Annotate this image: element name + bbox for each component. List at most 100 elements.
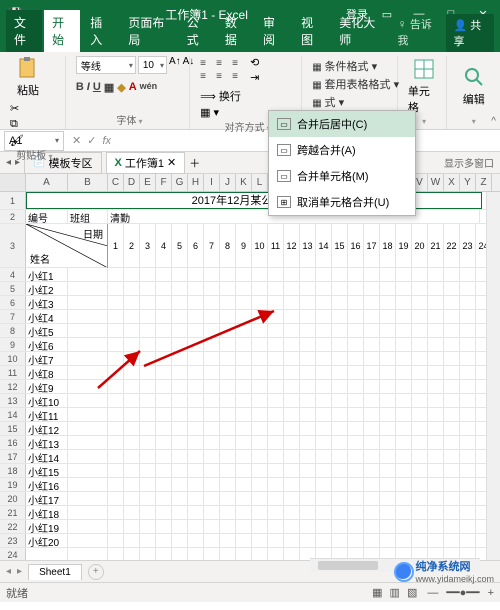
cell-name-12[interactable]: 小红9 (26, 380, 68, 393)
cell[interactable] (460, 324, 476, 337)
cell[interactable] (316, 380, 332, 393)
font-color-icon[interactable]: A (129, 81, 137, 94)
row-header-4[interactable]: 4 (0, 268, 26, 281)
cell[interactable] (428, 282, 444, 295)
cell[interactable] (172, 506, 188, 519)
cell[interactable] (124, 352, 140, 365)
merge-across-item[interactable]: ▭跨越合并(A) (269, 137, 415, 163)
cell[interactable] (428, 324, 444, 337)
col-header-B[interactable]: B (68, 174, 108, 191)
col-header-Z[interactable]: Z (476, 174, 492, 191)
cell[interactable] (380, 464, 396, 477)
cell[interactable] (428, 506, 444, 519)
cell[interactable] (460, 268, 476, 281)
cell[interactable] (204, 352, 220, 365)
cell[interactable] (140, 352, 156, 365)
cell[interactable] (316, 394, 332, 407)
cell[interactable] (268, 492, 284, 505)
cell[interactable] (156, 296, 172, 309)
day-col-10[interactable]: 10 (252, 224, 268, 267)
cell[interactable] (204, 436, 220, 449)
cell[interactable] (396, 534, 412, 547)
cell[interactable] (460, 296, 476, 309)
cell[interactable] (252, 422, 268, 435)
cell[interactable] (252, 436, 268, 449)
cell[interactable] (284, 268, 300, 281)
cell[interactable] (396, 436, 412, 449)
workbook-tab[interactable]: X 工作簿1 ✕ (106, 152, 186, 174)
tab-data[interactable]: 数据 (217, 10, 253, 52)
cell[interactable] (108, 548, 124, 560)
cell[interactable] (236, 436, 252, 449)
cell[interactable] (252, 408, 268, 421)
cell[interactable] (124, 548, 140, 560)
new-tab-icon[interactable]: ＋ (189, 155, 200, 171)
cell[interactable] (108, 366, 124, 379)
cell[interactable] (220, 548, 236, 560)
cell[interactable] (140, 338, 156, 351)
col-header-E[interactable]: E (140, 174, 156, 191)
cell[interactable] (364, 520, 380, 533)
cell[interactable] (268, 506, 284, 519)
cell[interactable] (444, 492, 460, 505)
cell[interactable] (396, 464, 412, 477)
indent-icon[interactable]: ⇥ (250, 71, 259, 84)
cell[interactable] (444, 352, 460, 365)
day-col-14[interactable]: 14 (316, 224, 332, 267)
cell[interactable] (284, 520, 300, 533)
cell[interactable] (140, 380, 156, 393)
cell[interactable] (140, 324, 156, 337)
cell[interactable] (364, 296, 380, 309)
cell[interactable] (108, 534, 124, 547)
cell[interactable] (284, 492, 300, 505)
cell-name-20[interactable]: 小红17 (26, 492, 68, 505)
row-header-18[interactable]: 18 (0, 464, 26, 477)
cell[interactable] (364, 352, 380, 365)
cell[interactable] (316, 338, 332, 351)
cell[interactable] (444, 506, 460, 519)
cell[interactable] (124, 310, 140, 323)
cell[interactable] (140, 296, 156, 309)
cell[interactable] (204, 478, 220, 491)
tab-layout[interactable]: 页面布局 (120, 10, 176, 52)
cell[interactable] (204, 338, 220, 351)
cell[interactable] (332, 492, 348, 505)
cell[interactable] (380, 422, 396, 435)
cell[interactable] (220, 534, 236, 547)
cell[interactable] (204, 282, 220, 295)
cell[interactable] (172, 338, 188, 351)
cell[interactable] (364, 338, 380, 351)
cell[interactable] (284, 366, 300, 379)
cell[interactable] (172, 464, 188, 477)
cell[interactable] (380, 408, 396, 421)
cell-name-15[interactable]: 小红12 (26, 422, 68, 435)
cell[interactable] (396, 380, 412, 393)
cell[interactable] (412, 464, 428, 477)
cell[interactable] (332, 534, 348, 547)
cell[interactable] (332, 506, 348, 519)
cell[interactable] (236, 352, 252, 365)
cell-name-18[interactable]: 小红15 (26, 464, 68, 477)
cell[interactable] (412, 268, 428, 281)
cell[interactable] (108, 338, 124, 351)
cell[interactable] (412, 534, 428, 547)
cell[interactable] (252, 464, 268, 477)
cell[interactable] (332, 464, 348, 477)
cell[interactable] (460, 450, 476, 463)
cell[interactable] (108, 520, 124, 533)
day-col-22[interactable]: 22 (444, 224, 460, 267)
align-left-icon[interactable]: ≡ (200, 71, 214, 82)
cell-B-23[interactable] (68, 534, 108, 547)
cell-name-4[interactable]: 小红1 (26, 268, 68, 281)
cell[interactable] (172, 520, 188, 533)
cell[interactable] (156, 422, 172, 435)
cell[interactable] (252, 296, 268, 309)
cell[interactable] (364, 324, 380, 337)
cell[interactable] (348, 506, 364, 519)
cell-B-6[interactable] (68, 296, 108, 309)
cell[interactable] (444, 408, 460, 421)
cell[interactable] (124, 506, 140, 519)
cell[interactable] (236, 548, 252, 560)
cell[interactable] (380, 520, 396, 533)
cell[interactable] (236, 366, 252, 379)
